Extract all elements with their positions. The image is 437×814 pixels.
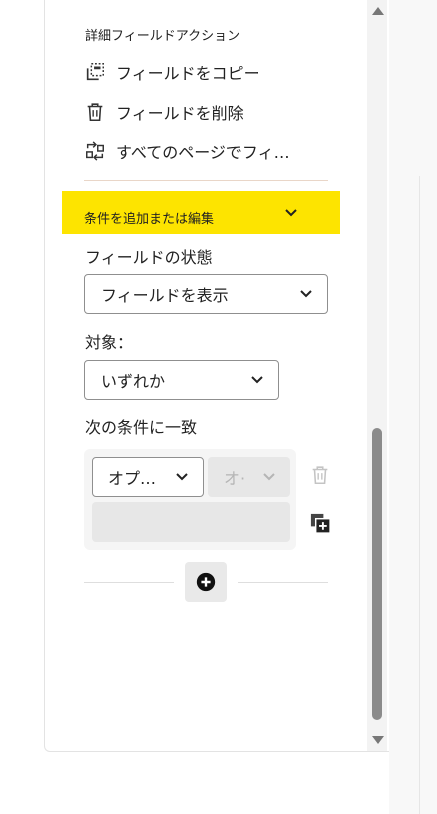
pages-sync-icon — [86, 141, 104, 161]
add-divider-right — [238, 582, 328, 583]
scrollbar-thumb[interactable] — [372, 428, 382, 720]
operand-select[interactable]: オプ… — [92, 457, 204, 497]
copy-field-button[interactable]: フィールドをコピー — [84, 60, 260, 84]
scroll-up-arrow-icon[interactable] — [372, 7, 384, 15]
operator-value: オ· — [224, 469, 246, 488]
field-actions-title: 詳細フィールドアクション — [85, 29, 241, 44]
right-background — [389, 0, 437, 814]
target-value: いずれか — [101, 372, 166, 391]
add-condition-button[interactable] — [185, 562, 227, 602]
field-state-value: フィールドを表示 — [101, 286, 229, 305]
plus-circle-icon — [196, 572, 216, 592]
field-state-select[interactable]: フィールドを表示 — [84, 274, 328, 314]
trash-icon — [87, 103, 103, 122]
condition-value-input[interactable] — [92, 502, 290, 542]
scroll-down-arrow-icon[interactable] — [372, 736, 384, 744]
chevron-down-icon — [176, 473, 188, 481]
chevron-down-icon — [300, 290, 312, 298]
conditions-header-label: 条件を追加または編集 — [84, 212, 215, 227]
delete-field-label: フィールドを削除 — [116, 104, 244, 123]
match-conditions-label: 次の条件に一致 — [85, 418, 198, 437]
trash-icon[interactable] — [309, 464, 331, 486]
apply-all-pages-button[interactable]: すべてのページでフィ… — [84, 139, 290, 163]
right-divider-line — [419, 176, 420, 814]
copy-field-icon — [86, 63, 104, 81]
delete-field-button[interactable]: フィールドを削除 — [84, 100, 244, 124]
operator-select[interactable]: オ· — [208, 457, 290, 497]
field-state-label: フィールドの状態 — [85, 248, 213, 267]
chevron-down-icon — [285, 209, 297, 217]
conditions-accordion-header[interactable]: 条件を追加または編集 — [62, 191, 340, 234]
add-divider-left — [84, 582, 174, 583]
target-select[interactable]: いずれか — [84, 360, 279, 400]
operand-value: オプ… — [108, 469, 157, 488]
duplicate-icon[interactable] — [309, 512, 332, 535]
section-divider — [84, 180, 328, 181]
target-label: 対象： — [85, 333, 134, 352]
apply-all-pages-label: すべてのページでフィ… — [116, 143, 290, 162]
chevron-down-icon — [263, 473, 275, 481]
chevron-down-icon — [251, 376, 263, 384]
copy-field-label: フィールドをコピー — [116, 64, 260, 83]
